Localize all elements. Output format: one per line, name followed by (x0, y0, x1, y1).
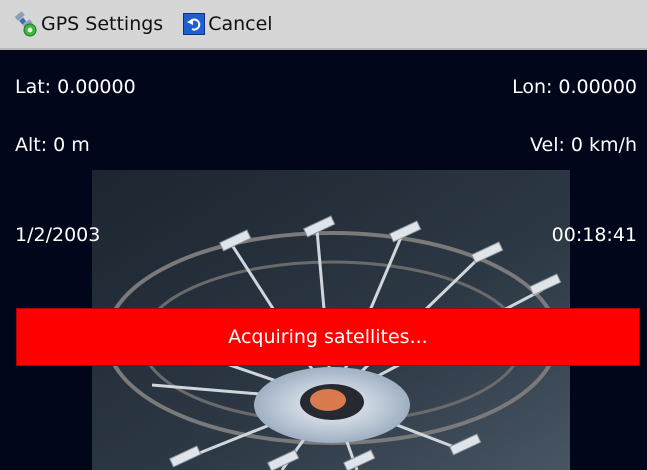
cancel-label: Cancel (208, 13, 273, 35)
date-readout: 1/2/2003 (15, 224, 101, 246)
undo-arrow-icon (183, 13, 206, 35)
gps-settings-button[interactable]: GPS Settings (0, 0, 163, 49)
longitude-readout: Lon: 0.00000 (512, 76, 637, 98)
time-readout: 00:18:41 (551, 224, 637, 246)
gps-status-view: Lat: 0.00000 Lon: 0.00000 Alt: 0 m Vel: … (0, 52, 647, 470)
latitude-readout: Lat: 0.00000 (15, 76, 136, 98)
cancel-button[interactable]: Cancel (163, 0, 273, 49)
toolbar: GPS Settings Cancel (0, 0, 647, 50)
satellite-gps-icon (14, 11, 37, 37)
gps-settings-label: GPS Settings (41, 13, 164, 35)
velocity-readout: Vel: 0 km/h (529, 134, 637, 156)
altitude-readout: Alt: 0 m (15, 134, 90, 156)
acquiring-status-banner: Acquiring satellites... (16, 308, 640, 366)
